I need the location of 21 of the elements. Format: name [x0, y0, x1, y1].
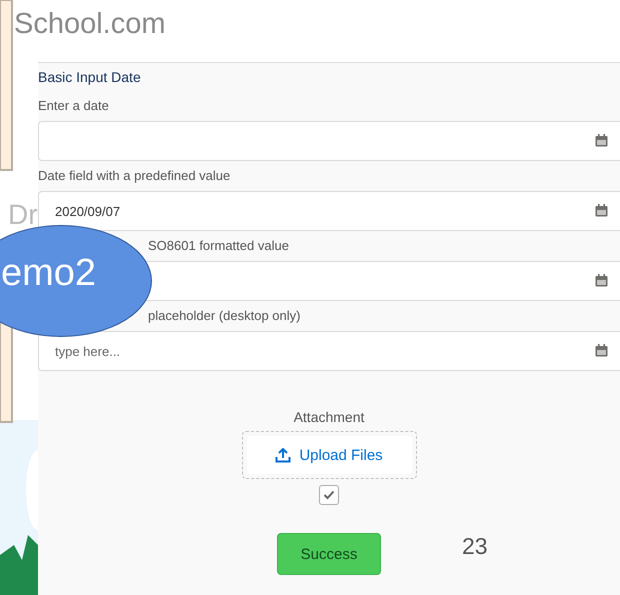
calendar-icon[interactable]: [595, 344, 608, 357]
field-label: Date field with a predefined value: [38, 168, 232, 183]
field-label: SO8601 formatted value: [147, 238, 290, 253]
field-label: Enter a date: [38, 98, 110, 113]
date-input-field[interactable]: type here...: [38, 331, 620, 371]
checkbox[interactable]: [319, 485, 339, 505]
attachment-label: Attachment: [294, 409, 364, 425]
calendar-icon[interactable]: [595, 204, 608, 217]
slide-subtitle: Dr: [8, 199, 38, 231]
field-label: placeholder (desktop only): [147, 308, 302, 323]
calendar-icon[interactable]: [595, 134, 608, 147]
date-input-field[interactable]: 2020/09/07: [38, 191, 620, 231]
success-button[interactable]: Success: [277, 533, 381, 575]
page-number: 23: [462, 533, 488, 560]
upload-icon: [275, 448, 292, 462]
calendar-icon[interactable]: [595, 274, 608, 287]
callout-text: emo2: [1, 252, 96, 295]
check-icon: [323, 490, 335, 500]
form-title: Basic Input Date: [38, 69, 142, 87]
slide-title: School.com: [14, 8, 166, 41]
date-input-field[interactable]: [38, 121, 620, 161]
